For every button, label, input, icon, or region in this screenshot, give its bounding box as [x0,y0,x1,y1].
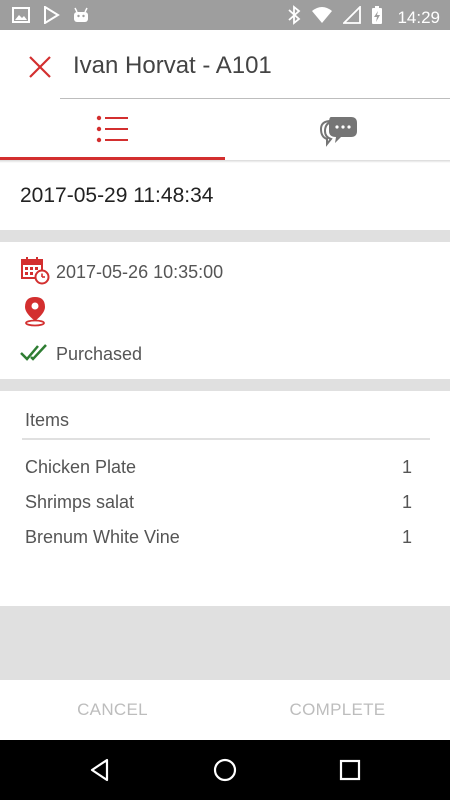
items-heading: Items [25,410,70,430]
item-quantity: 1 [401,527,412,547]
close-button[interactable] [22,49,58,85]
list-item: Chicken Plate 1 [25,457,412,478]
battery-charging-icon [371,5,383,30]
scheduled-date: 2017-05-26 10:35:00 [56,262,224,282]
order-status: Purchased [56,344,143,364]
status-row: Purchased [20,341,142,368]
list-item: Brenum White Vine 1 [25,527,412,548]
close-icon [22,56,58,89]
tab-bar [0,100,450,160]
nav-back-button[interactable] [85,755,115,785]
header-divider [60,98,450,99]
tab-chat[interactable] [225,100,450,160]
location-pin-icon [20,295,50,332]
recents-square-icon [335,759,365,789]
order-created-date: 2017-05-29 11:48:34 [20,184,214,207]
app-header: Ivan Horvat - A101 [0,30,450,100]
cancel-button[interactable]: CANCEL [0,680,225,740]
action-bar: CANCEL COMPLETE [0,680,450,740]
nav-home-button[interactable] [210,755,240,785]
bluetooth-icon [287,5,301,30]
list-item: Shrimps salat 1 [25,492,412,513]
status-time: 14:29 [397,7,440,27]
tabs-shadow [0,160,450,163]
play-store-icon [42,5,60,29]
page-title: Ivan Horvat - A101 [73,52,272,79]
status-bar: 14:29 [0,0,450,30]
image-icon [12,6,30,29]
system-nav-bar [0,740,450,800]
item-quantity: 1 [401,492,412,512]
android-icon [72,6,90,29]
wifi-icon [311,6,333,29]
content-filler [0,606,450,680]
item-name: Brenum White Vine [25,527,180,547]
location-row [20,295,56,332]
section-divider [0,230,450,242]
tab-details[interactable] [0,100,225,160]
home-circle-icon [210,758,240,789]
item-quantity: 1 [401,457,412,477]
signal-icon [342,4,362,29]
item-name: Chicken Plate [25,457,137,477]
nav-recents-button[interactable] [335,755,365,785]
calendar-clock-icon [20,255,50,290]
chat-bubbles-icon [317,113,359,152]
items-divider [22,438,430,440]
scheduled-date-row: 2017-05-26 10:35:00 [20,255,223,290]
complete-button[interactable]: COMPLETE [225,680,450,740]
section-divider [0,379,450,391]
double-check-icon [20,341,50,368]
item-name: Shrimps salat [25,492,135,512]
back-triangle-icon [85,758,115,789]
list-icon [95,114,131,149]
